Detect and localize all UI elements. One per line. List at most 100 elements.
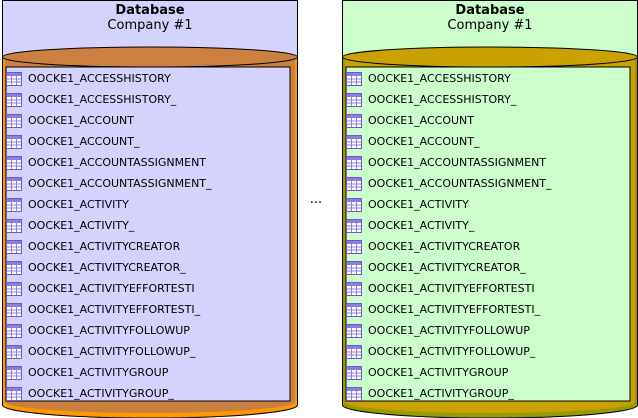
table-icon [6, 134, 22, 149]
table-row: OOCKE1_ACTIVITYFOLLOWUP [6, 320, 288, 341]
table-row: OOCKE1_ACTIVITYGROUP_ [346, 383, 628, 404]
table-icon [6, 218, 22, 233]
database-right-drum-top [342, 46, 638, 68]
table-icon [346, 134, 362, 149]
table-name: OOCKE1_ACCESSHISTORY [28, 72, 171, 85]
table-icon [6, 323, 22, 338]
database-right-subtitle: Company #1 [447, 18, 533, 33]
table-name: OOCKE1_ACCOUNT [28, 114, 135, 127]
table-name: OOCKE1_ACCOUNT [368, 114, 475, 127]
database-right-table-list: OOCKE1_ACCESSHISTORY OOCKE1_ACCESSHISTORY… [346, 68, 628, 404]
table-row: OOCKE1_ACCOUNTASSIGNMENT [346, 152, 628, 173]
table-icon [346, 176, 362, 191]
table-row: OOCKE1_ACCOUNT_ [6, 131, 288, 152]
table-icon [6, 92, 22, 107]
database-left-title-text: Database [115, 3, 185, 18]
database-left-title: Database Company #1 [2, 3, 298, 33]
database-left-table-list: OOCKE1_ACCESSHISTORY OOCKE1_ACCESSHISTORY… [6, 68, 288, 404]
table-row: OOCKE1_ACTIVITYFOLLOWUP_ [6, 341, 288, 362]
table-row: OOCKE1_ACTIVITYEFFORTESTI_ [346, 299, 628, 320]
table-name: OOCKE1_ACCOUNTASSIGNMENT_ [368, 177, 552, 190]
table-icon [346, 92, 362, 107]
table-name: OOCKE1_ACCOUNTASSIGNMENT [28, 156, 207, 169]
table-row: OOCKE1_ACTIVITYEFFORTESTI [346, 278, 628, 299]
table-icon [346, 386, 362, 401]
table-icon [6, 260, 22, 275]
database-right-title: Database Company #1 [342, 3, 638, 33]
table-row: OOCKE1_ACCOUNT [346, 110, 628, 131]
table-icon [6, 365, 22, 380]
table-icon [6, 71, 22, 86]
table-icon [346, 155, 362, 170]
table-row: OOCKE1_ACTIVITYGROUP [6, 362, 288, 383]
table-name: OOCKE1_ACCOUNT_ [28, 135, 140, 148]
table-row: OOCKE1_ACTIVITYEFFORTESTI_ [6, 299, 288, 320]
table-row: OOCKE1_ACTIVITY [6, 194, 288, 215]
table-name: OOCKE1_ACTIVITYCREATOR_ [28, 261, 186, 274]
table-row: OOCKE1_ACCOUNTASSIGNMENT_ [6, 173, 288, 194]
table-icon [346, 71, 362, 86]
table-row: OOCKE1_ACTIVITYGROUP_ [6, 383, 288, 404]
table-icon [6, 386, 22, 401]
table-icon [346, 239, 362, 254]
table-icon [346, 218, 362, 233]
table-row: OOCKE1_ACTIVITYCREATOR [346, 236, 628, 257]
table-icon [346, 113, 362, 128]
table-row: OOCKE1_ACCOUNT_ [346, 131, 628, 152]
table-name: OOCKE1_ACTIVITYEFFORTESTI_ [368, 303, 541, 316]
table-name: OOCKE1_ACTIVITYEFFORTESTI [28, 282, 195, 295]
table-icon [6, 281, 22, 296]
table-name: OOCKE1_ACTIVITYGROUP [28, 366, 169, 379]
separator-ellipsis: ... [309, 192, 323, 207]
database-right: Database Company #1 OOCKE1_ACCESSHISTORY… [342, 0, 638, 418]
table-icon [346, 281, 362, 296]
table-icon [6, 197, 22, 212]
table-icon [346, 323, 362, 338]
table-icon [6, 239, 22, 254]
table-name: OOCKE1_ACTIVITYGROUP_ [28, 387, 174, 400]
table-name: OOCKE1_ACCESSHISTORY_ [368, 93, 517, 106]
table-icon [346, 365, 362, 380]
table-name: OOCKE1_ACCESSHISTORY_ [28, 93, 177, 106]
database-left: Database Company #1 OOCKE1_ACCESSHISTORY… [2, 0, 298, 418]
table-name: OOCKE1_ACTIVITYEFFORTESTI_ [28, 303, 201, 316]
table-name: OOCKE1_ACTIVITYCREATOR [28, 240, 181, 253]
table-row: OOCKE1_ACCOUNT [6, 110, 288, 131]
table-name: OOCKE1_ACCOUNT_ [368, 135, 480, 148]
table-row: OOCKE1_ACTIVITYCREATOR_ [346, 257, 628, 278]
table-name: OOCKE1_ACCOUNTASSIGNMENT_ [28, 177, 212, 190]
table-name: OOCKE1_ACCESSHISTORY [368, 72, 511, 85]
table-name: OOCKE1_ACCOUNTASSIGNMENT [368, 156, 547, 169]
table-row: OOCKE1_ACCESSHISTORY_ [346, 89, 628, 110]
table-icon [346, 302, 362, 317]
table-row: OOCKE1_ACCOUNTASSIGNMENT_ [346, 173, 628, 194]
table-name: OOCKE1_ACTIVITYFOLLOWUP_ [28, 345, 196, 358]
table-row: OOCKE1_ACTIVITY_ [6, 215, 288, 236]
table-row: OOCKE1_ACTIVITY_ [346, 215, 628, 236]
table-name: OOCKE1_ACTIVITY_ [368, 219, 475, 232]
database-left-drum-top [2, 46, 298, 68]
table-name: OOCKE1_ACTIVITYFOLLOWUP [28, 324, 190, 337]
table-row: OOCKE1_ACTIVITYCREATOR_ [6, 257, 288, 278]
table-name: OOCKE1_ACTIVITYGROUP_ [368, 387, 514, 400]
table-name: OOCKE1_ACTIVITY_ [28, 219, 135, 232]
table-row: OOCKE1_ACCESSHISTORY [346, 68, 628, 89]
table-row: OOCKE1_ACTIVITYFOLLOWUP [346, 320, 628, 341]
table-icon [6, 344, 22, 359]
table-row: OOCKE1_ACTIVITY [346, 194, 628, 215]
table-name: OOCKE1_ACTIVITYCREATOR_ [368, 261, 526, 274]
table-icon [6, 155, 22, 170]
table-name: OOCKE1_ACTIVITYFOLLOWUP [368, 324, 530, 337]
table-name: OOCKE1_ACTIVITYGROUP [368, 366, 509, 379]
database-right-title-text: Database [455, 3, 525, 18]
table-row: OOCKE1_ACCESSHISTORY_ [6, 89, 288, 110]
table-name: OOCKE1_ACTIVITYCREATOR [368, 240, 521, 253]
table-row: OOCKE1_ACTIVITYCREATOR [6, 236, 288, 257]
table-icon [346, 260, 362, 275]
table-name: OOCKE1_ACTIVITY [28, 198, 129, 211]
table-row: OOCKE1_ACCOUNTASSIGNMENT [6, 152, 288, 173]
table-row: OOCKE1_ACTIVITYGROUP [346, 362, 628, 383]
table-icon [346, 197, 362, 212]
table-name: OOCKE1_ACTIVITYFOLLOWUP_ [368, 345, 536, 358]
table-row: OOCKE1_ACTIVITYFOLLOWUP_ [346, 341, 628, 362]
